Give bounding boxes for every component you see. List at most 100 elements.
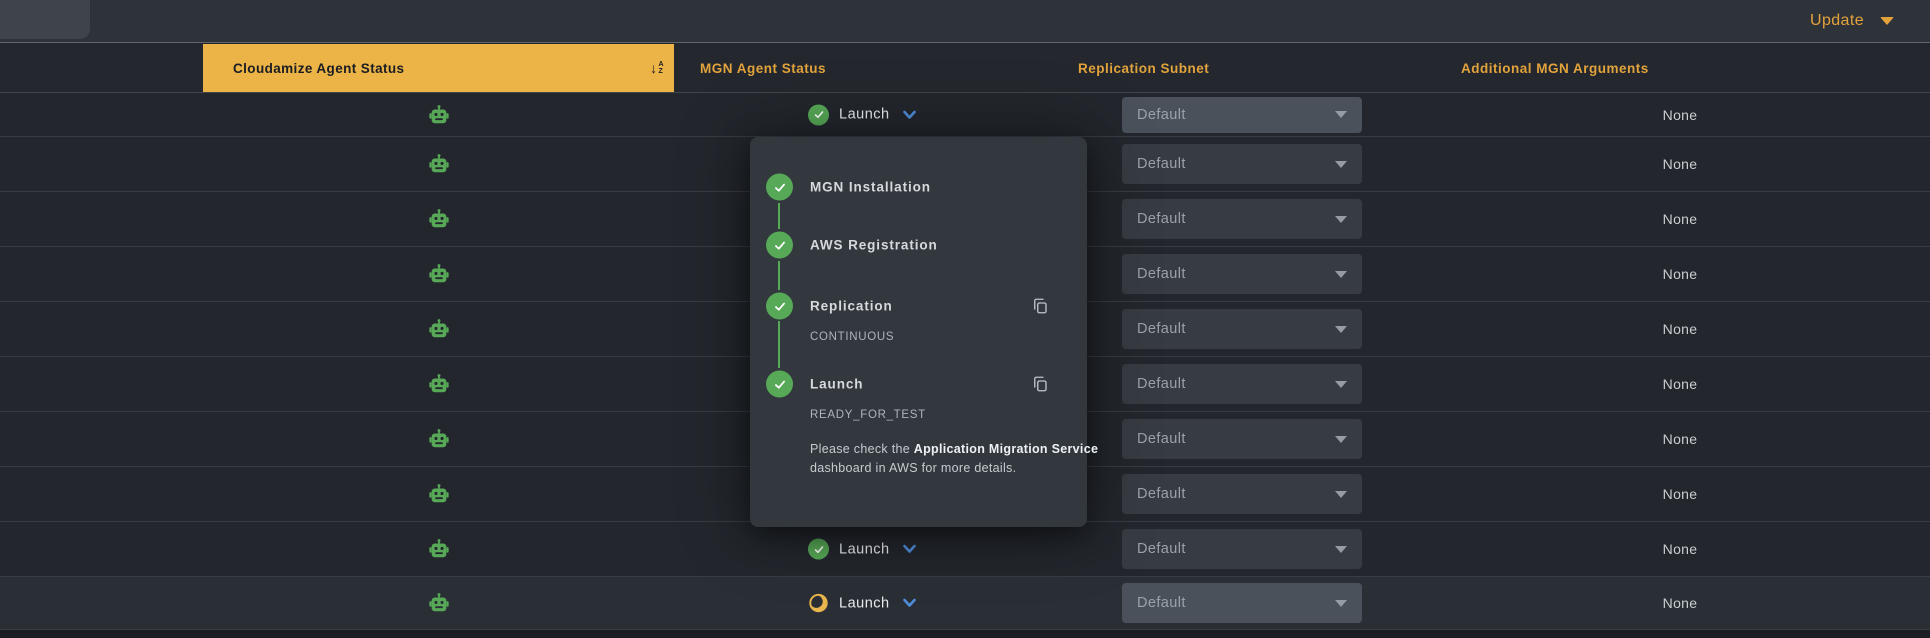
step-label-launch: Launch [810,377,863,392]
migration-table-screen: Update Cloudamize Agent Status ↓ AZ MGN … [0,0,1930,638]
table-bottom-edge [0,630,1930,638]
mgn-status-cell: Launch [808,104,917,125]
replication-subnet-select[interactable]: Default [1122,309,1362,349]
step-connector [778,203,780,229]
table-row: Launch Default None [0,522,1930,577]
chevron-down-icon[interactable] [902,109,917,120]
select-value: Default [1137,156,1186,172]
cloudamize-agent-robot-icon [428,428,450,450]
column-header-label: MGN Agent Status [700,61,826,76]
additional-arguments-value: None [1430,541,1930,557]
additional-arguments-value: None [1430,266,1930,282]
launch-status-value: READY_FOR_TEST [810,409,926,421]
chevron-down-icon [1880,17,1894,25]
select-value: Default [1137,376,1186,392]
top-bar: Update [0,0,1930,43]
table-header: Cloudamize Agent Status ↓ AZ MGN Agent S… [0,44,1930,93]
mgn-status-label: Launch [839,541,890,557]
mgn-status-cell: Launch [808,593,917,614]
select-value: Default [1137,321,1186,337]
copy-icon[interactable] [1030,296,1050,316]
column-header-additional-mgn-arguments[interactable]: Additional MGN Arguments [1461,44,1649,92]
popover-footer-note: Please check the Application Migration S… [810,440,1102,477]
step-connector [778,321,780,368]
in-progress-icon [808,593,829,614]
column-header-replication-subnet[interactable]: Replication Subnet [1078,44,1209,92]
replication-subnet-select[interactable]: Default [1122,97,1362,133]
additional-arguments-value: None [1430,211,1930,227]
additional-arguments-value: None [1430,107,1930,123]
sort-descending-az-icon[interactable]: ↓ AZ [650,61,664,75]
step-label-replication: Replication [810,299,893,314]
cloudamize-agent-robot-icon [428,373,450,395]
chevron-down-icon [1335,326,1347,333]
chevron-down-icon [1335,546,1347,553]
cloudamize-agent-robot-icon [428,538,450,560]
mgn-status-popover: MGN Installation AWS Registration Replic… [750,137,1087,527]
select-value: Default [1137,266,1186,282]
cloudamize-agent-robot-icon [428,483,450,505]
mgn-status-cell: Launch [808,539,917,560]
additional-arguments-value: None [1430,376,1930,392]
chevron-down-icon [1335,491,1347,498]
step-success-check-icon [766,174,793,201]
table-row: Launch Default None [0,93,1930,137]
column-header-mgn-agent-status[interactable]: MGN Agent Status [700,44,826,92]
select-value: Default [1137,211,1186,227]
additional-arguments-value: None [1430,156,1930,172]
cloudamize-agent-robot-icon [428,153,450,175]
cloudamize-agent-robot-icon [428,104,450,126]
replication-subnet-select[interactable]: Default [1122,144,1362,184]
step-success-check-icon [766,371,793,398]
copy-icon[interactable] [1030,374,1050,394]
mgn-status-label: Launch [839,595,890,611]
replication-subnet-select[interactable]: Default [1122,474,1362,514]
success-check-icon [808,104,829,125]
replication-subnet-select[interactable]: Default [1122,364,1362,404]
column-header-label: Cloudamize Agent Status [233,61,404,76]
select-value: Default [1137,486,1186,502]
corner-tab [0,0,90,39]
chevron-down-icon [1335,600,1347,607]
step-connector [778,261,780,290]
additional-arguments-value: None [1430,431,1930,447]
replication-subnet-select[interactable]: Default [1122,419,1362,459]
select-value: Default [1137,541,1186,557]
replication-subnet-select[interactable]: Default [1122,199,1362,239]
column-header-label: Additional MGN Arguments [1461,61,1649,76]
column-header-cloudamize-agent-status[interactable]: Cloudamize Agent Status ↓ AZ [203,44,674,92]
select-value: Default [1137,107,1186,123]
replication-subnet-select[interactable]: Default [1122,529,1362,569]
chevron-down-icon[interactable] [902,598,917,609]
chevron-down-icon[interactable] [902,544,917,555]
step-label-aws-registration: AWS Registration [810,238,938,253]
cloudamize-agent-robot-icon [428,208,450,230]
select-value: Default [1137,431,1186,447]
chevron-down-icon [1335,436,1347,443]
replication-status-value: CONTINUOUS [810,331,894,343]
additional-arguments-value: None [1430,595,1930,611]
cloudamize-agent-robot-icon [428,263,450,285]
chevron-down-icon [1335,381,1347,388]
table-row: Launch Default None [0,577,1930,630]
select-value: Default [1137,595,1186,611]
chevron-down-icon [1335,216,1347,223]
additional-arguments-value: None [1430,486,1930,502]
chevron-down-icon [1335,161,1347,168]
update-button-label: Update [1810,12,1864,30]
step-success-check-icon [766,232,793,259]
mgn-status-label: Launch [839,107,890,123]
step-success-check-icon [766,293,793,320]
replication-subnet-select[interactable]: Default [1122,254,1362,294]
chevron-down-icon [1335,271,1347,278]
service-name-bold: Application Migration Service [914,442,1098,456]
chevron-down-icon [1335,111,1347,118]
cloudamize-agent-robot-icon [428,318,450,340]
success-check-icon [808,539,829,560]
update-button[interactable]: Update [1810,0,1894,42]
cloudamize-agent-robot-icon [428,592,450,614]
column-header-label: Replication Subnet [1078,61,1209,76]
step-label-mgn-installation: MGN Installation [810,180,931,195]
replication-subnet-select[interactable]: Default [1122,583,1362,623]
additional-arguments-value: None [1430,321,1930,337]
